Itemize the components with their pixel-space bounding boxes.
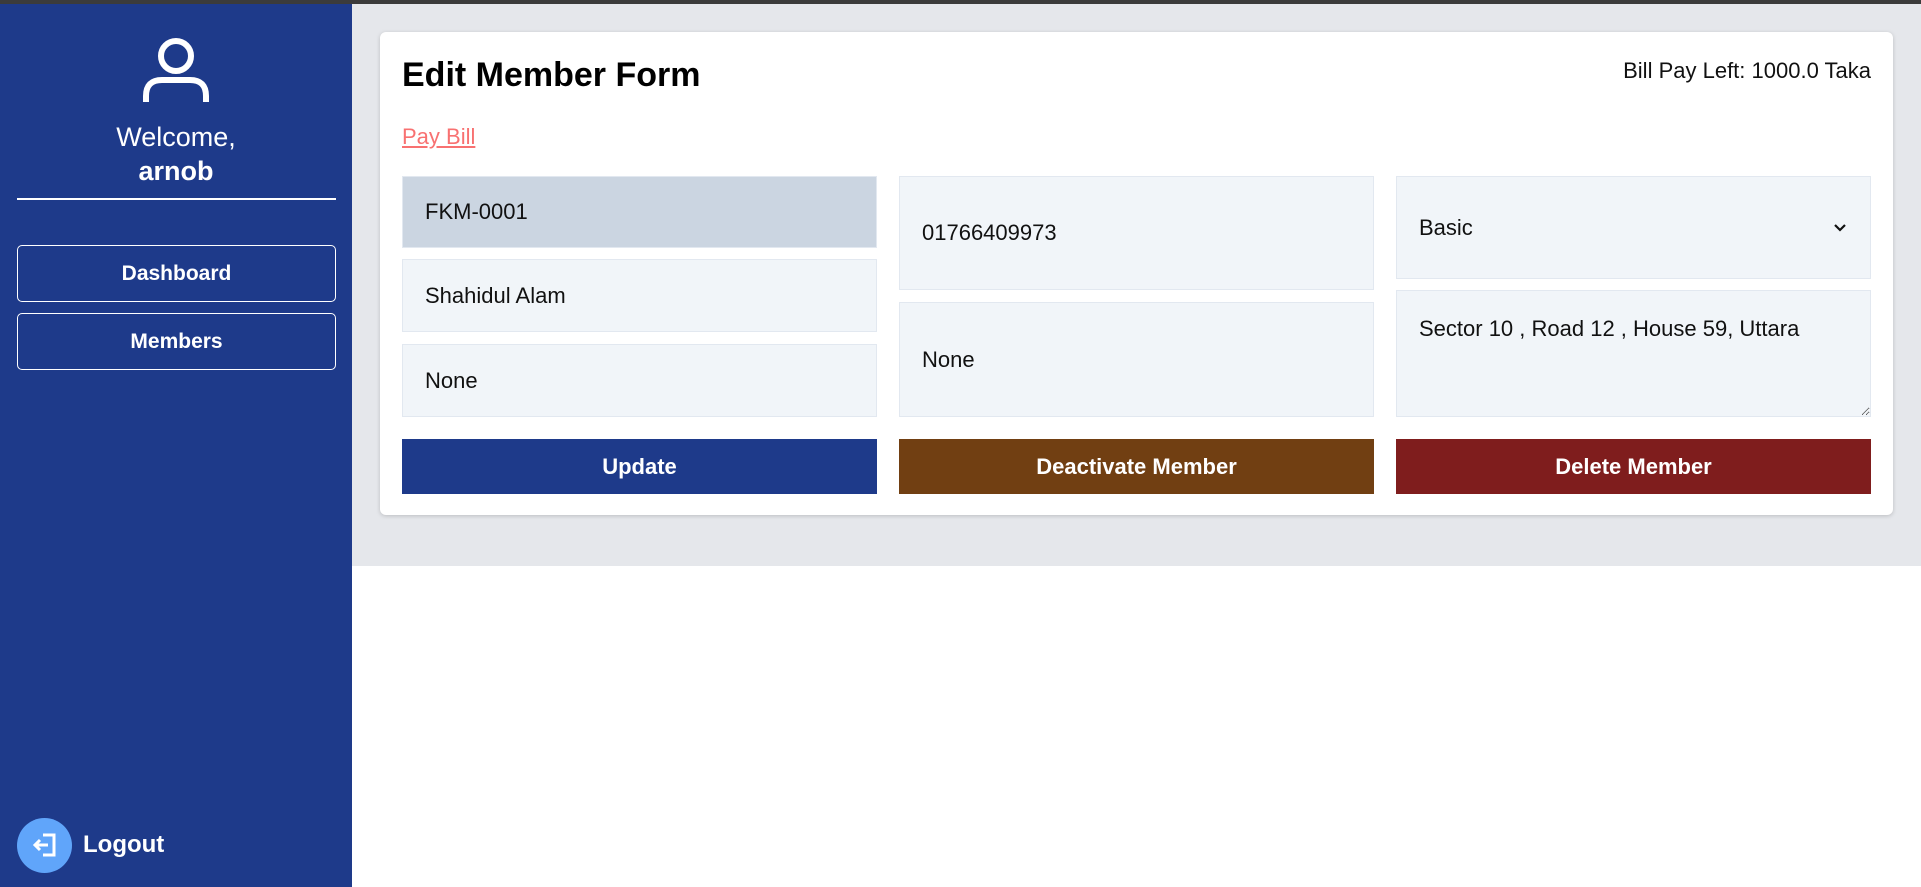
sidebar-divider xyxy=(17,198,336,200)
page-title: Edit Member Form xyxy=(402,56,701,94)
sidebar: Welcome, arnob Dashboard Members Logout xyxy=(0,4,352,887)
address-field[interactable]: Sector 10 , Road 12 , House 59, Uttara xyxy=(1396,290,1871,417)
user-icon xyxy=(143,38,209,102)
sidebar-item-members[interactable]: Members xyxy=(17,313,336,370)
left-third-field[interactable] xyxy=(402,344,877,417)
phone-field[interactable] xyxy=(899,176,1374,290)
logout-label[interactable]: Logout xyxy=(83,831,164,859)
plan-select[interactable]: Basic xyxy=(1396,176,1871,279)
member-id-field[interactable] xyxy=(402,176,877,248)
name-field[interactable] xyxy=(402,259,877,332)
plan-select-value: Basic xyxy=(1419,214,1473,240)
update-button[interactable]: Update xyxy=(402,439,877,494)
username: arnob xyxy=(138,156,214,186)
deactivate-member-button[interactable]: Deactivate Member xyxy=(899,439,1374,494)
middle-second-field[interactable] xyxy=(899,302,1374,417)
welcome-text: Welcome, xyxy=(116,122,236,152)
delete-member-button[interactable]: Delete Member xyxy=(1396,439,1871,494)
sidebar-item-dashboard[interactable]: Dashboard xyxy=(17,245,336,302)
bill-pay-left: Bill Pay Left: 1000.0 Taka xyxy=(1623,58,1871,83)
logout-icon[interactable] xyxy=(17,817,72,873)
logout-button[interactable]: Logout xyxy=(17,817,164,873)
pay-bill-link[interactable]: Pay Bill xyxy=(402,124,475,150)
chevron-down-icon xyxy=(1834,223,1846,232)
